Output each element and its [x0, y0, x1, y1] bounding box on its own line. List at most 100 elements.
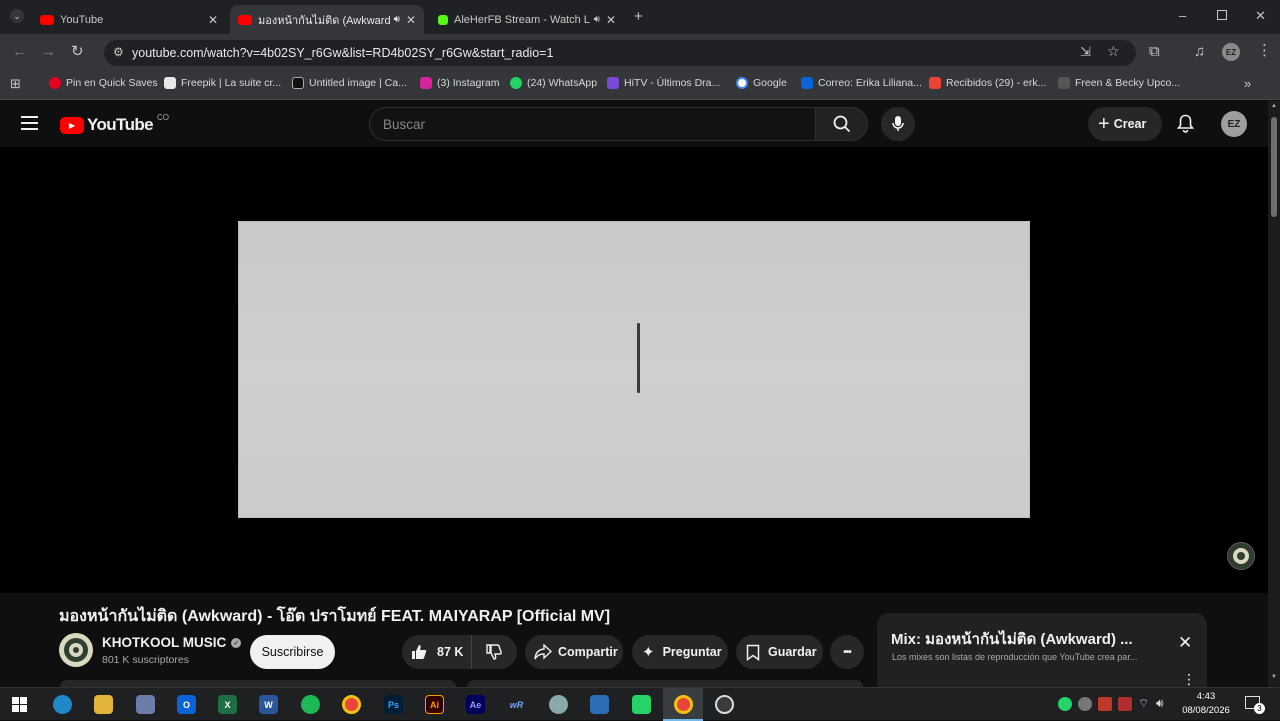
- voice-search-button[interactable]: [881, 107, 915, 141]
- share-button[interactable]: Compartir: [525, 635, 623, 669]
- audio-playing-icon[interactable]: 🔊︎: [394, 14, 400, 25]
- wr-app-icon[interactable]: wR: [507, 695, 526, 714]
- bookmark-gmail[interactable]: Recibidos (29) - erk...: [929, 77, 1046, 89]
- bookmark-hitv[interactable]: HiTV - Últimos Dra...: [607, 77, 720, 89]
- close-mix-icon[interactable]: ✕: [1178, 633, 1192, 653]
- search-button[interactable]: [815, 107, 868, 141]
- description-box[interactable]: [60, 680, 456, 687]
- youtube-favicon-icon: [238, 14, 252, 25]
- clock-date: 08/08/2026: [1182, 705, 1230, 716]
- audio-playing-icon[interactable]: 🔊︎: [594, 14, 600, 25]
- youtube-logo[interactable]: ▶ YouTube CO: [60, 113, 169, 135]
- address-bar[interactable]: ⚙ youtube.com/watch?v=4b02SY_r6Gw&list=R…: [104, 40, 1136, 66]
- scrollbar-thumb[interactable]: [1271, 117, 1277, 217]
- bookmark-google[interactable]: Google: [736, 77, 787, 89]
- minimize-icon[interactable]: –: [1179, 9, 1186, 22]
- photoshop-icon[interactable]: Ps: [384, 695, 403, 714]
- tab-title: AleHerFB Stream - Watch Li: [454, 13, 590, 26]
- more-bookmarks-icon[interactable]: »: [1244, 77, 1251, 90]
- media-controls-icon[interactable]: ♫: [1194, 44, 1205, 59]
- comments-box[interactable]: [467, 680, 863, 687]
- whatsapp-tray-icon[interactable]: [1058, 697, 1072, 711]
- edge-icon[interactable]: [53, 695, 72, 714]
- reload-icon[interactable]: ↻: [71, 44, 84, 59]
- tab-current-video[interactable]: มองหน้ากันไม่ติด (Awkward) - 🔊︎ ✕: [230, 5, 424, 34]
- close-tab-icon[interactable]: ✕: [406, 13, 416, 27]
- extensions-icon[interactable]: ⧉: [1149, 44, 1160, 59]
- mix-title: Mix: มองหน้ากันไม่ติด (Awkward) ...: [891, 631, 1133, 648]
- dislike-button[interactable]: [472, 635, 516, 669]
- scroll-up-icon[interactable]: ▲: [1271, 103, 1277, 109]
- tab-kick-stream[interactable]: AleHerFB Stream - Watch Li 🔊︎ ✕: [430, 5, 624, 34]
- file-explorer-icon[interactable]: [94, 695, 113, 714]
- mix-menu-icon[interactable]: ⋮: [1182, 671, 1196, 688]
- channel-avatar[interactable]: [59, 633, 93, 667]
- word-icon[interactable]: W: [259, 695, 278, 714]
- profile-avatar[interactable]: EZ: [1222, 43, 1240, 61]
- mix-playlist-panel[interactable]: Mix: มองหน้ากันไม่ติด (Awkward) ... Los …: [877, 613, 1207, 687]
- apps-grid-icon[interactable]: ⊞: [10, 77, 21, 90]
- tray-icon-red-2[interactable]: [1118, 697, 1132, 711]
- create-button[interactable]: + Crear: [1088, 107, 1162, 141]
- microphone-icon: [892, 116, 904, 131]
- more-actions-button[interactable]: •••: [830, 635, 864, 669]
- notification-center-icon[interactable]: 3: [1245, 696, 1265, 714]
- video-player[interactable]: [0, 147, 1268, 593]
- bookmark-whatsapp[interactable]: (24) WhatsApp: [510, 77, 597, 89]
- spotify-icon[interactable]: [301, 695, 320, 714]
- forward-icon[interactable]: →: [41, 44, 56, 59]
- chrome-active-highlight[interactable]: [663, 688, 703, 721]
- like-button[interactable]: 87 K: [402, 635, 472, 669]
- save-button[interactable]: Guardar: [736, 635, 823, 669]
- avatar[interactable]: EZ: [1221, 111, 1247, 137]
- excel-icon[interactable]: X: [218, 695, 237, 714]
- app-icon-clock[interactable]: [715, 695, 734, 714]
- install-app-icon[interactable]: ⇲: [1080, 44, 1091, 60]
- chrome-icon[interactable]: [342, 695, 361, 714]
- bookmark-canva[interactable]: Untitled image | Ca...: [292, 77, 407, 89]
- bookmark-outlook[interactable]: Correo: Erika Liliana...: [801, 77, 922, 89]
- tab-title: มองหน้ากันไม่ติด (Awkward) -: [258, 14, 390, 27]
- app-icon-blue[interactable]: [590, 695, 609, 714]
- clock[interactable]: 4:43 08/08/2026: [1178, 690, 1234, 718]
- windows-start-icon[interactable]: [12, 697, 27, 712]
- wifi-icon[interactable]: ⌔: [1138, 696, 1149, 711]
- close-tab-icon[interactable]: ✕: [208, 13, 218, 27]
- app-icon[interactable]: [549, 695, 568, 714]
- scroll-down-icon[interactable]: ▼: [1271, 674, 1277, 680]
- tab-search-icon[interactable]: ⌄: [10, 9, 24, 23]
- site-info-icon[interactable]: ⚙: [113, 45, 124, 59]
- channel-name[interactable]: KHOTKOOL MUSIC: [102, 635, 226, 650]
- channel-watermark-icon[interactable]: [1227, 542, 1255, 570]
- search-input[interactable]: Buscar: [369, 107, 816, 141]
- browser-menu-icon[interactable]: ⋮: [1257, 43, 1272, 58]
- bookmark-star-icon[interactable]: ☆: [1107, 43, 1120, 60]
- after-effects-icon[interactable]: Ae: [466, 695, 485, 714]
- subscribe-button[interactable]: Suscribirse: [250, 635, 335, 669]
- bookmark-freen-becky[interactable]: Freen & Becky Upco...: [1058, 77, 1180, 89]
- channel-name-row[interactable]: KHOTKOOL MUSIC ✓: [102, 635, 242, 650]
- tab-title: YouTube: [60, 13, 104, 26]
- page-scrollbar[interactable]: ▲ ▼: [1268, 101, 1280, 687]
- notepad-icon[interactable]: [136, 695, 155, 714]
- bookmark-pinterest[interactable]: Pin en Quick Saves: [49, 77, 158, 89]
- close-tab-icon[interactable]: ✕: [606, 13, 616, 27]
- bookmark-instagram[interactable]: (3) Instagram: [420, 77, 499, 89]
- back-icon[interactable]: ←: [12, 44, 27, 59]
- notifications-bell-icon[interactable]: [1176, 114, 1195, 138]
- ask-button[interactable]: ✦ Preguntar: [632, 635, 728, 669]
- tab-bar: ⌄ YouTube ✕ มองหน้ากันไม่ติด (Awkward) -…: [0, 0, 1280, 34]
- volume-icon[interactable]: 🔊︎: [1156, 696, 1164, 711]
- bookmark-freepik[interactable]: Freepik | La suite cr...: [164, 77, 281, 89]
- new-tab-button[interactable]: +: [634, 9, 643, 24]
- chrome-active-icon[interactable]: [674, 695, 693, 714]
- tray-icon[interactable]: [1078, 697, 1092, 711]
- hamburger-menu-icon[interactable]: [21, 116, 38, 130]
- whatsapp-app-icon[interactable]: [632, 695, 651, 714]
- tray-icon-red[interactable]: [1098, 697, 1112, 711]
- close-window-icon[interactable]: ✕: [1255, 9, 1266, 22]
- outlook-app-icon[interactable]: O: [177, 695, 196, 714]
- maximize-icon[interactable]: [1217, 10, 1227, 20]
- illustrator-icon[interactable]: Ai: [425, 695, 444, 714]
- tab-youtube[interactable]: YouTube ✕: [32, 5, 226, 34]
